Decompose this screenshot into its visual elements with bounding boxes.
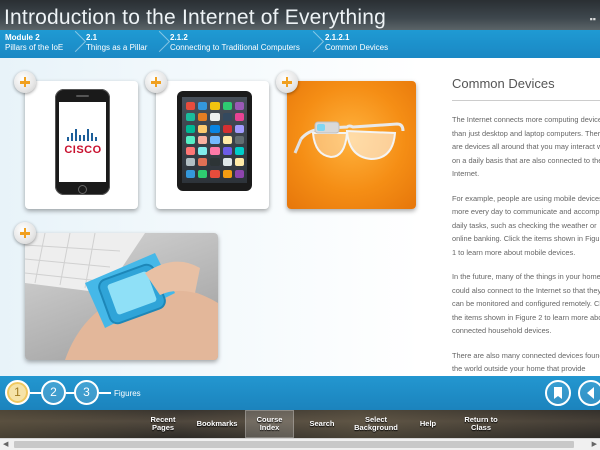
figures-bar: 1 2 3 Figures: [0, 376, 600, 410]
breadcrumb-topic[interactable]: 2.1.2 Connecting to Traditional Computer…: [170, 33, 300, 53]
plus-circle-icon[interactable]: [276, 71, 298, 93]
paragraph: There are also many connected devices fo…: [452, 350, 600, 374]
figure-step-1[interactable]: 1: [5, 380, 30, 405]
breadcrumb-section-label: Things as a Pillar: [86, 43, 148, 52]
bottom-nav: Recent Pages Bookmarks Course Index Search…: [0, 410, 600, 438]
plus-circle-icon[interactable]: [14, 222, 36, 244]
main-content: CISCO Common Devices The Internet connec…: [0, 58, 600, 376]
breadcrumb-topic-label: Connecting to Traditional Computers: [170, 43, 300, 52]
nav-select-background[interactable]: Select Background: [348, 410, 404, 438]
nav-bookmarks[interactable]: Bookmarks: [192, 410, 242, 438]
figure-step-2[interactable]: 2: [41, 380, 66, 405]
figure-step-3[interactable]: 3: [74, 380, 99, 405]
bookmark-icon: [554, 387, 562, 399]
scroll-left-icon[interactable]: ◀: [3, 440, 8, 448]
tablet-image: [177, 91, 252, 191]
app-icons-grid: [186, 102, 244, 178]
breadcrumb-module-label: Pillars of the IoE: [5, 43, 64, 52]
breadcrumb-module[interactable]: Module 2 Pillars of the IoE: [5, 33, 63, 53]
smartphone-image: CISCO: [55, 89, 110, 195]
cisco-logo: CISCO: [64, 144, 102, 156]
breadcrumb-page-number: 2.1.2.1: [325, 33, 350, 42]
breadcrumb: Module 2 Pillars of the IoE 2.1 Things a…: [0, 30, 600, 58]
breadcrumb-separator-icon: [68, 30, 78, 58]
smart-glasses-card[interactable]: [287, 81, 416, 209]
smartwatch-image: [25, 233, 218, 360]
horizontal-scrollbar[interactable]: ◀ ▶: [0, 438, 600, 450]
breadcrumb-page[interactable]: 2.1.2.1 Common Devices: [325, 33, 388, 53]
figures-label: Figures: [114, 389, 141, 398]
smartphone-card[interactable]: CISCO: [25, 81, 138, 209]
plus-circle-icon[interactable]: [14, 71, 36, 93]
breadcrumb-section-number: 2.1: [86, 33, 98, 42]
smartwatch-card[interactable]: [25, 233, 218, 360]
breadcrumb-topic-number: 2.1.2: [170, 33, 188, 42]
scroll-right-icon[interactable]: ▶: [592, 440, 597, 448]
breadcrumb-module-number: Module 2: [5, 33, 40, 42]
scrollbar-thumb[interactable]: [14, 441, 574, 448]
back-button[interactable]: [578, 380, 600, 406]
breadcrumb-section[interactable]: 2.1 Things as a Pillar: [86, 33, 147, 53]
cisco-logo-bars: [66, 127, 100, 141]
nav-help[interactable]: Help: [410, 410, 446, 438]
back-arrow-icon: [587, 387, 594, 399]
window-corner-icon: ▪▪: [589, 14, 596, 24]
tablet-card[interactable]: [156, 81, 269, 209]
nav-search[interactable]: Search: [300, 410, 344, 438]
paragraph: The Internet connects more computing dev…: [452, 115, 600, 178]
text-panel: Common Devices The Internet connects mor…: [444, 58, 600, 376]
nav-recent-pages[interactable]: Recent Pages: [140, 410, 186, 438]
page-heading: Common Devices: [452, 76, 555, 91]
smart-glasses-image: [293, 121, 405, 161]
paragraph: In the future, many of the things in you…: [452, 272, 600, 335]
nav-course-index[interactable]: Course Index: [245, 410, 294, 438]
course-title: Introduction to the Internet of Everythi…: [4, 6, 386, 29]
breadcrumb-page-label: Common Devices: [325, 43, 389, 52]
panel-body: The Internet connects more computing dev…: [452, 113, 600, 376]
heading-divider: [452, 100, 600, 101]
paragraph: For example, people are using mobile dev…: [452, 193, 600, 257]
bookmark-button[interactable]: [545, 380, 571, 406]
plus-circle-icon[interactable]: [145, 71, 167, 93]
title-bar: Introduction to the Internet of Everythi…: [0, 0, 600, 30]
nav-return-to-class[interactable]: Return to Class: [455, 410, 507, 438]
breadcrumb-separator-icon: [306, 30, 316, 58]
breadcrumb-separator-icon: [152, 30, 162, 58]
